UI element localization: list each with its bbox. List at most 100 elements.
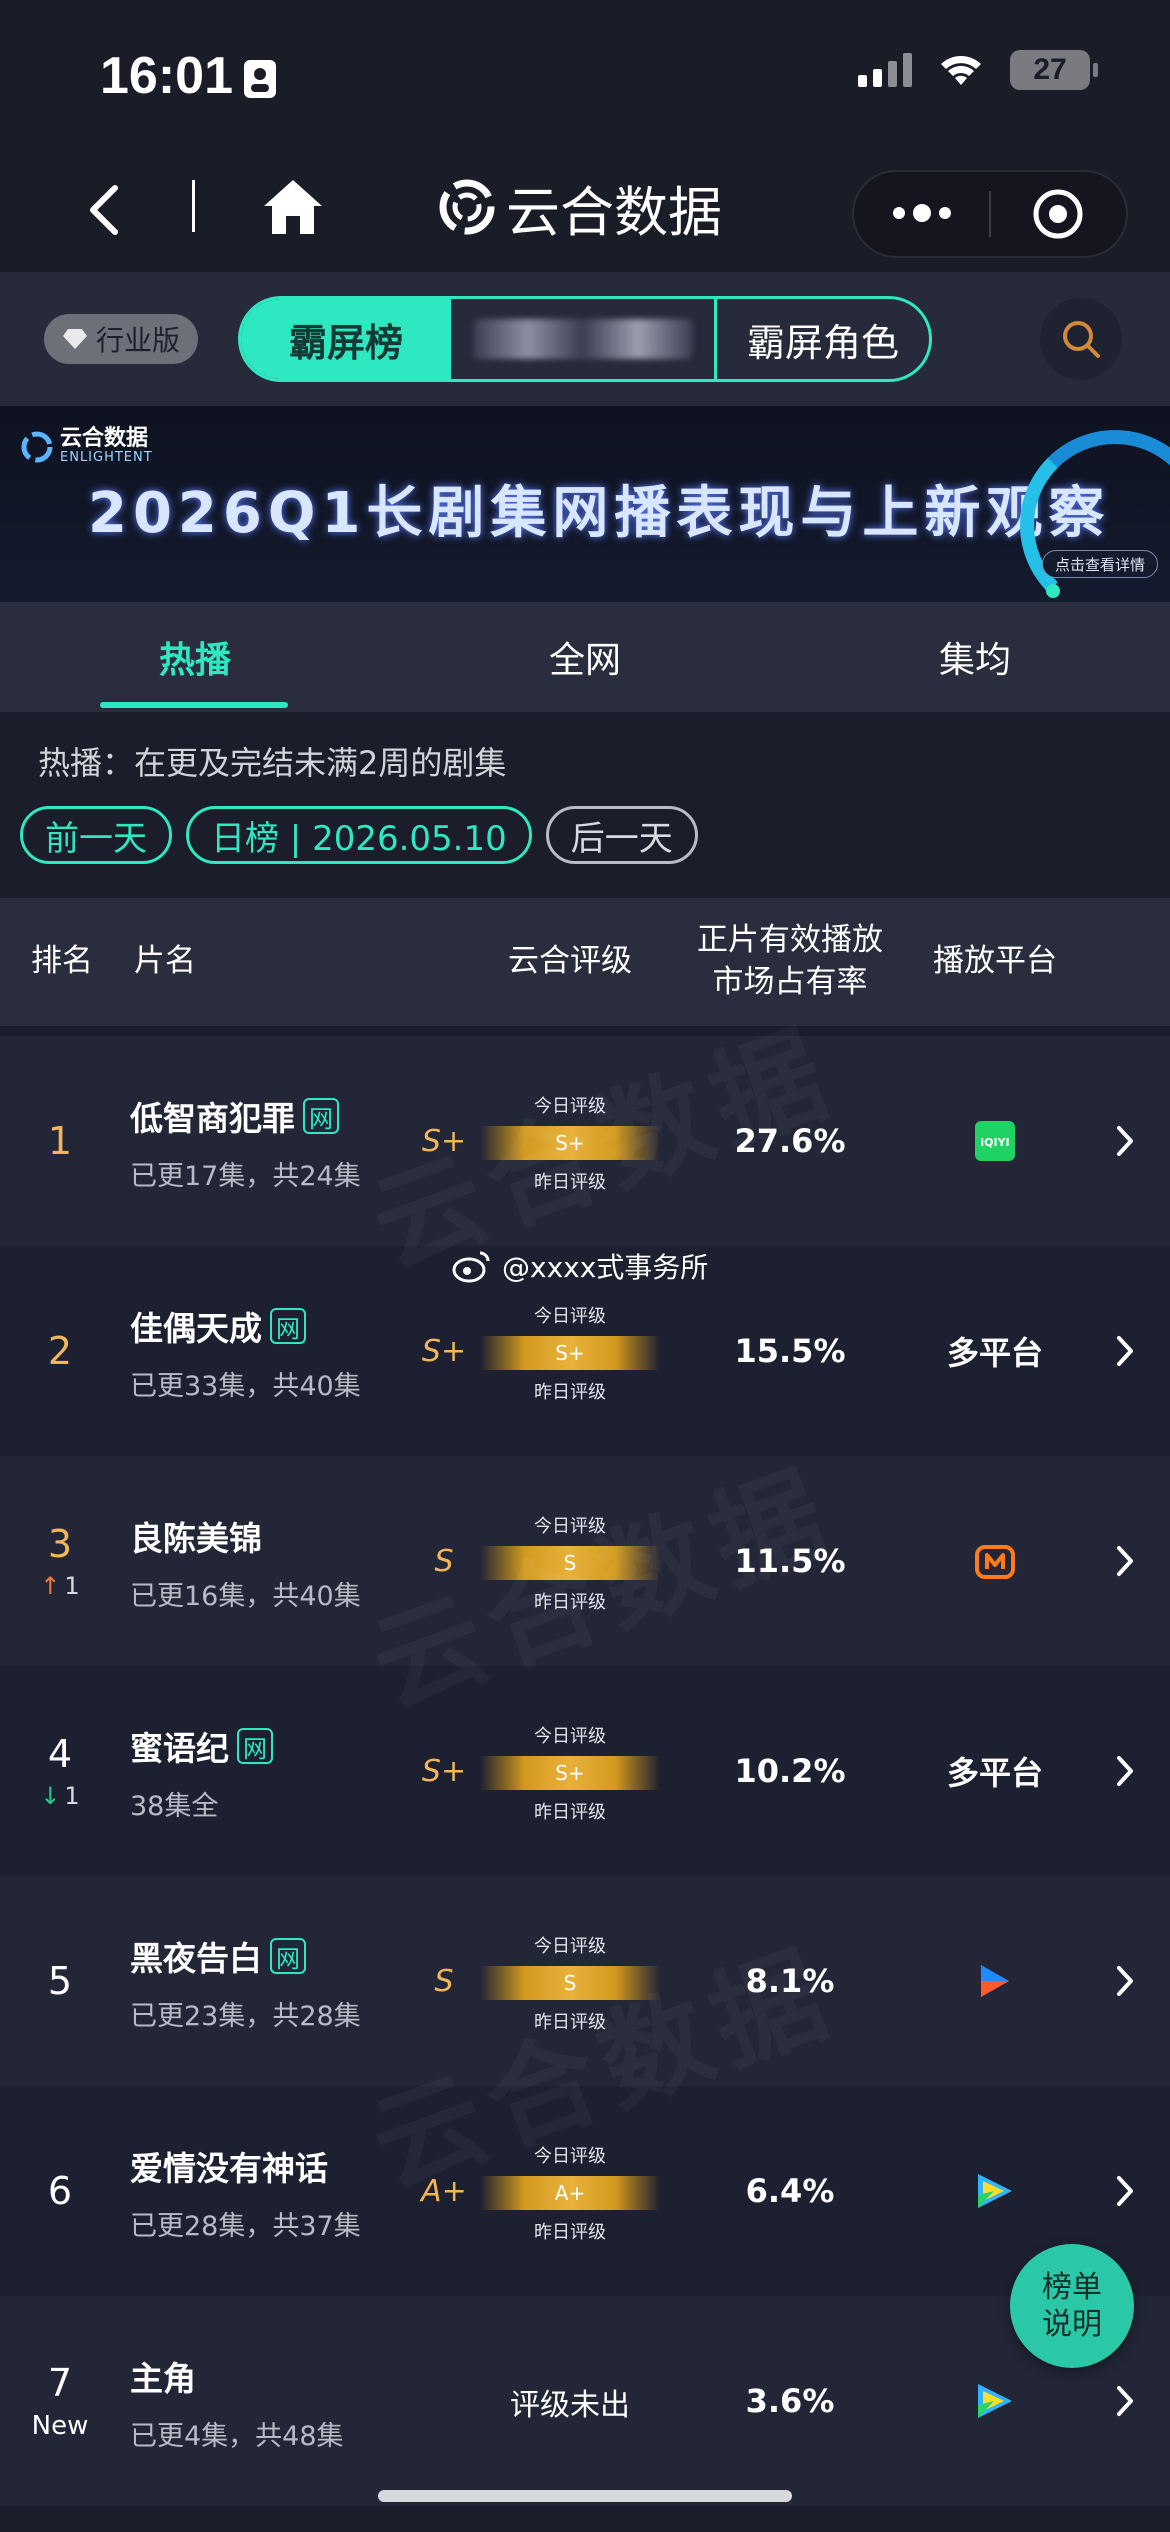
rating-bar: S xyxy=(480,1966,660,2000)
rating-pending: 评级未出 xyxy=(510,2388,630,2423)
row-detail-button[interactable] xyxy=(1100,1456,1150,1666)
chevron-right-icon xyxy=(1117,1336,1133,1366)
yunhe-logo-icon xyxy=(21,431,53,462)
title-cell: 蜜语纪网 38集全 xyxy=(130,1722,273,1823)
row-detail-button[interactable] xyxy=(1100,1666,1150,1876)
network-drama-tag: 网 xyxy=(270,1938,306,1974)
search-button[interactable] xyxy=(1040,298,1122,380)
tab-per-episode[interactable]: 集均 xyxy=(780,602,1170,712)
episode-status: 已更33集，共40集 xyxy=(130,1371,361,1402)
episode-status: 已更16集，共40集 xyxy=(130,1581,361,1612)
show-title-text: 黑夜告白 xyxy=(130,1939,262,1978)
arrow-up-icon: ↑ xyxy=(40,1572,61,1600)
previous-grade: S+ xyxy=(421,1124,467,1159)
platform-cell: 多平台 xyxy=(946,1754,1043,1792)
search-icon xyxy=(1063,321,1100,358)
today-rating-label: 今日评级 xyxy=(534,1516,606,1537)
rank-cell: 6 xyxy=(0,2086,120,2296)
table-row[interactable]: 3 ↑ 1 良陈美锦 已更16集，共40集 S 今日评级 S 昨日评级 11.5% xyxy=(0,1456,1170,1666)
banner-title: 2026Q1长剧集网播表现与上新观察 xyxy=(88,481,1111,546)
rank-number: 1 xyxy=(47,1119,73,1163)
show-title: 佳偶天成网 xyxy=(130,1302,361,1350)
tencent-video-icon xyxy=(978,2384,1012,2418)
show-title-text: 主角 xyxy=(130,2359,196,2398)
segment-dominance-role[interactable]: 霸屏角色 xyxy=(717,299,929,379)
rank-number: 4 xyxy=(47,1732,73,1776)
wifi-icon xyxy=(941,56,981,85)
header-share-line1: 正片有效播放 xyxy=(697,922,883,959)
fab-line1: 榜单 xyxy=(1042,2269,1102,2305)
yesterday-rating-label: 昨日评级 xyxy=(534,2012,606,2033)
table-row[interactable]: 7 New 主角 已更4集，共48集 评级未出 3.6% xyxy=(0,2296,1170,2506)
chevron-right-icon xyxy=(1117,1126,1133,1156)
rating-bar: S+ xyxy=(480,1336,660,1370)
nav-bar: 云合数据 xyxy=(0,150,1170,272)
platform-cell: 多平台 xyxy=(946,1334,1043,1372)
yesterday-rating-label: 昨日评级 xyxy=(534,1382,606,1403)
today-rating-label: 今日评级 xyxy=(534,1306,606,1327)
promo-banner[interactable]: 云合数据 ENLIGHTENT 2026Q1长剧集网播表现与上新观察 点击查看详… xyxy=(0,406,1170,602)
table-row[interactable]: 6 爱情没有神话 已更28集，共37集 A+ 今日评级 A+ 昨日评级 6.4% xyxy=(0,2086,1170,2296)
today-rating-label: 今日评级 xyxy=(534,2146,606,2167)
header-share-line2: 市场占有率 xyxy=(712,964,868,1000)
next-day-button[interactable]: 后一天 xyxy=(545,806,698,864)
table-row[interactable]: 5 黑夜告白网已更23集，共28集 S 今日评级 S 昨日评级 8.1% xyxy=(0,1876,1170,2086)
show-title: 低智商犯罪网 xyxy=(130,1092,361,1140)
chevron-right-icon xyxy=(1117,1756,1133,1786)
tab-all-network[interactable]: 全网 xyxy=(390,602,780,712)
show-title: 黑夜告白网 xyxy=(130,1932,361,1980)
yesterday-rating-label: 昨日评级 xyxy=(534,1172,606,1193)
show-title-text: 蜜语纪 xyxy=(130,1729,229,1768)
table-row[interactable]: 4 ↓ 1 蜜语纪网 38集全 S+ 今日评级 S+ 昨日评级 10.2% 多平台 xyxy=(0,1666,1170,1876)
rating-widget: 今日评级 S 昨日评级 xyxy=(480,1932,660,2042)
network-drama-tag: 网 xyxy=(303,1098,339,1134)
list-explanation-button[interactable]: 榜单 说明 xyxy=(1010,2244,1134,2368)
rank-cell: 3 ↑ 1 xyxy=(0,1456,120,1666)
back-button[interactable] xyxy=(74,180,134,240)
edition-badge[interactable]: 行业版 xyxy=(44,314,199,364)
rating-widget: 今日评级 A+ 昨日评级 xyxy=(480,2142,660,2252)
rank-new-badge: New xyxy=(31,2411,89,2441)
more-dot-icon xyxy=(938,206,951,219)
segment-dominance-list[interactable]: 霸屏榜 xyxy=(241,299,451,379)
rating-widget: 今日评级 S+ 昨日评级 xyxy=(480,1302,660,1412)
nav-title: 云合数据 xyxy=(438,172,722,244)
current-date-button[interactable]: 日榜 | 2026.05.10 xyxy=(186,806,532,864)
fab-line2: 说明 xyxy=(1042,2307,1102,2342)
more-button[interactable] xyxy=(854,203,989,222)
more-dot-icon xyxy=(892,206,905,219)
yesterday-rating-label: 昨日评级 xyxy=(534,2222,606,2243)
ranking-type-selector: 霸屏榜 霸屏角色 xyxy=(238,296,932,382)
rating-bar: S xyxy=(480,1546,660,1580)
tab-hot[interactable]: 热播 xyxy=(0,602,390,712)
rank-number: 3 xyxy=(47,1522,73,1566)
platform-cell xyxy=(900,1876,1090,2086)
svg-text:iQIYI: iQIYI xyxy=(980,1136,1009,1149)
table-header: 排名 片名 云合评级 正片有效播放 市场占有率 播放平台 xyxy=(0,898,1170,1026)
previous-grade: S+ xyxy=(421,1754,467,1789)
status-time: 16:01 xyxy=(100,47,233,105)
network-drama-tag: 网 xyxy=(237,1728,273,1764)
table-row[interactable]: 1 低智商犯罪网已更17集，共24集 S+ 今日评级 S+ 昨日评级 27.6% iQIYI xyxy=(0,1036,1170,1246)
title-cell: 爱情没有神话 已更28集，共37集 xyxy=(130,2142,361,2243)
home-icon[interactable] xyxy=(262,176,324,238)
rating-widget: 评级未出 xyxy=(480,2380,660,2490)
rank-number: 6 xyxy=(47,2169,73,2213)
title-cell: 黑夜告白网已更23集，共28集 xyxy=(130,1932,361,2033)
prev-day-button[interactable]: 前一天 xyxy=(20,806,172,864)
arrow-down-icon: ↓ xyxy=(40,1782,61,1810)
row-detail-button[interactable] xyxy=(1100,1036,1150,1246)
diamond-icon xyxy=(63,329,87,349)
more-dot-icon xyxy=(912,203,931,222)
rank-number: 2 xyxy=(47,1329,73,1373)
banner-detail-button[interactable]: 点击查看详情 xyxy=(1041,550,1158,578)
market-share: 27.6% xyxy=(734,1122,846,1160)
header-share: 正片有效播放 市场占有率 xyxy=(680,898,900,1026)
segment-blurred[interactable] xyxy=(451,299,717,379)
show-title-text: 爱情没有神话 xyxy=(130,2149,328,2188)
row-detail-button[interactable] xyxy=(1100,1246,1150,1456)
row-detail-button[interactable] xyxy=(1100,1876,1150,2086)
rank-change-value: 1 xyxy=(64,1782,80,1810)
close-mini-program-button[interactable] xyxy=(991,188,1126,240)
rating-bar: A+ xyxy=(480,2176,660,2210)
